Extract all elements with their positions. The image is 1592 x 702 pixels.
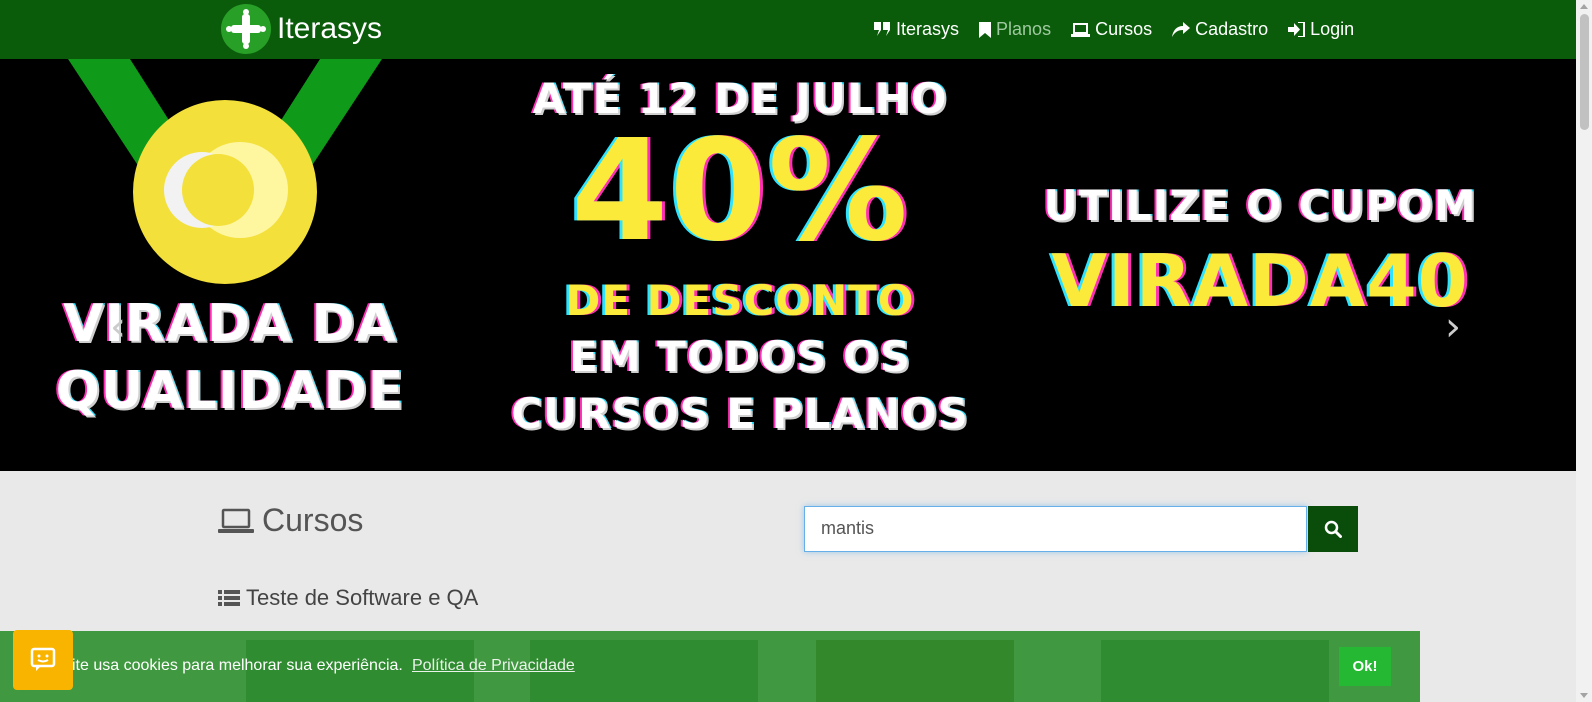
search-button[interactable]: [1308, 506, 1358, 552]
page-title-text: Cursos: [262, 502, 364, 538]
chat-icon: [30, 647, 56, 671]
scroll-thumb[interactable]: [1580, 14, 1589, 130]
main-nav: Iterasys Planos Cursos Cadastro Login: [864, 0, 1364, 59]
scroll-up-icon[interactable]: [1580, 4, 1588, 9]
list-icon: [218, 590, 240, 606]
category-heading-text: Teste de Software e QA: [246, 585, 479, 610]
cookie-ok-button[interactable]: Ok!: [1339, 647, 1391, 686]
banner-discount: 40%: [570, 110, 910, 273]
sign-in-icon: [1288, 22, 1306, 37]
banner-coupon-label: UTILIZE O CUPOM: [1043, 181, 1477, 230]
category-heading: Teste de Software e QA: [218, 585, 478, 611]
banner-left-line1: VIRADA DA: [63, 294, 397, 354]
carousel-next-button[interactable]: ›: [1445, 304, 1461, 350]
nav-label-cadastro: Cadastro: [1195, 19, 1269, 39]
nav-item-cursos[interactable]: Cursos: [1061, 0, 1162, 59]
page-title: Cursos: [218, 502, 363, 539]
banner-discount-label: DE DESCONTO: [565, 276, 915, 325]
bookmark-icon: [979, 21, 992, 38]
nav-label-login: Login: [1310, 19, 1355, 39]
banner-left-line2: QUALIDADE: [55, 361, 405, 421]
scroll-down-icon[interactable]: [1580, 693, 1588, 698]
cookie-message: ite usa cookies para melhorar sua experi…: [72, 657, 403, 674]
cookie-chat-icon[interactable]: [13, 630, 73, 690]
nav-label-cursos: Cursos: [1095, 19, 1153, 39]
banner-coupon-code: VIRADA40: [1051, 239, 1469, 323]
nav-item-cadastro[interactable]: Cadastro: [1162, 0, 1278, 59]
carousel-prev-button[interactable]: ‹: [110, 304, 126, 350]
search-icon: [1324, 520, 1342, 538]
brand-name: Iterasys: [277, 12, 383, 45]
banner-line3: EM TODOS OS: [569, 332, 911, 381]
page-scrollbar[interactable]: [1576, 0, 1592, 702]
laptop-icon: [218, 508, 254, 533]
nav-item-login[interactable]: Login: [1278, 0, 1364, 59]
share-icon: [1172, 22, 1191, 37]
course-search-input[interactable]: mantis: [804, 506, 1307, 552]
iterasys-logo-icon: [221, 4, 271, 54]
nav-label-planos: Planos: [996, 19, 1052, 39]
nav-label-iterasys: Iterasys: [896, 19, 960, 39]
nav-item-planos[interactable]: Planos: [969, 0, 1061, 59]
brand-link[interactable]: Iterasys: [221, 3, 382, 55]
medal-icon: [68, 59, 382, 284]
quote-icon: [874, 22, 890, 36]
privacy-policy-link[interactable]: Política de Privacidade: [412, 657, 575, 675]
banner-line4: CURSOS E PLANOS: [511, 389, 969, 438]
promo-carousel[interactable]: VIRADA DA QUALIDADE ATÉ 12 DE JULHO 40% …: [0, 59, 1576, 471]
nav-item-iterasys[interactable]: Iterasys: [864, 0, 969, 59]
top-navbar: Iterasys Iterasys Planos Cursos Cadastro…: [0, 0, 1576, 59]
laptop-icon: [1071, 22, 1091, 37]
